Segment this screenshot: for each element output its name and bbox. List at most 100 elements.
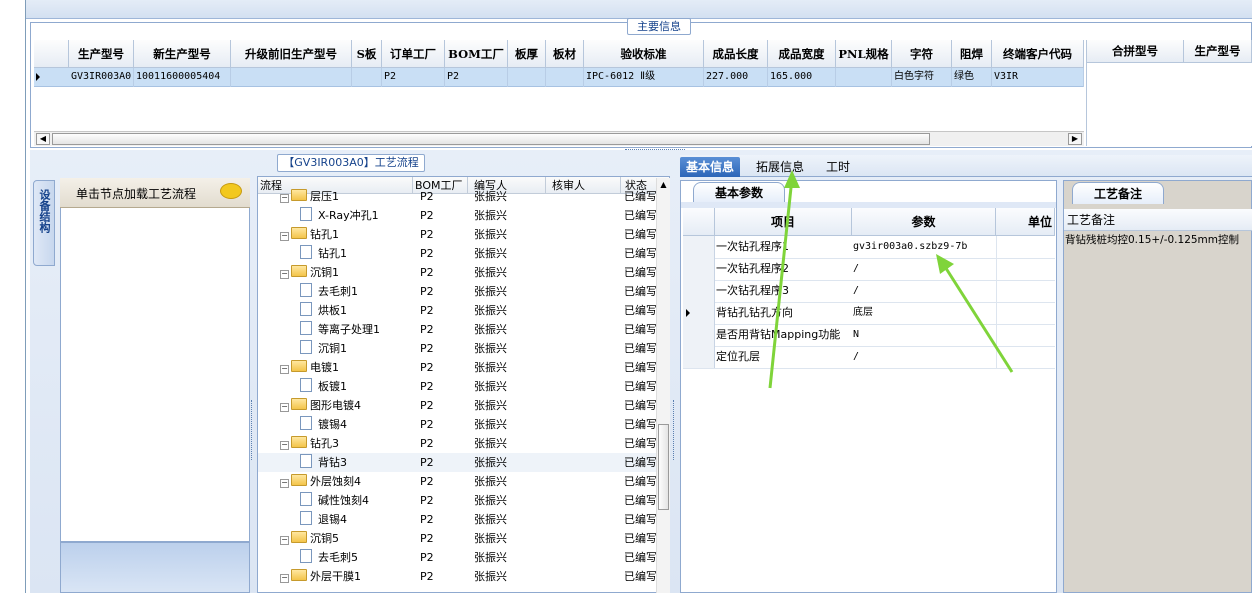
tree-row[interactable]: 背钻3 P2 张振兴 已编写 <box>258 453 658 472</box>
splitter-handle[interactable] <box>251 400 255 460</box>
table-cell[interactable]: 白色字符 <box>892 68 952 87</box>
row-selector[interactable] <box>683 236 715 258</box>
tree-node-label[interactable]: 层压1 <box>310 190 339 203</box>
param-row[interactable]: 是否用背钻Mapping功能 N <box>683 324 1055 347</box>
collapse-icon[interactable]: − <box>280 270 289 279</box>
tab-work-hours[interactable]: 工时 <box>820 157 856 177</box>
tree-row[interactable]: − 图形电镀4 P2 张振兴 已编写 <box>258 396 658 415</box>
tree-row[interactable]: − 外层干膜1 P2 张振兴 已编写 <box>258 567 658 586</box>
tree-node-label[interactable]: 钻孔1 <box>310 228 339 241</box>
scroll-up-button[interactable]: ▲ <box>658 180 669 190</box>
column-header[interactable]: 终端客户代码 <box>992 40 1084 68</box>
column-header[interactable]: 升级前旧生产型号 <box>231 40 352 68</box>
collapse-icon[interactable]: − <box>280 441 289 450</box>
collapse-icon[interactable]: − <box>280 479 289 488</box>
tree-row[interactable]: 碱性蚀刻4 P2 张振兴 已编写 <box>258 491 658 510</box>
column-header[interactable]: 成品长度 <box>704 40 768 68</box>
table-cell[interactable]: 227.000 <box>704 68 768 87</box>
tree-node-label[interactable]: 外层干膜1 <box>310 570 361 583</box>
tree-node-label[interactable]: 背钻3 <box>318 456 347 469</box>
table-cell[interactable]: IPC-6012 Ⅱ级 <box>584 68 704 87</box>
tree-node-label[interactable]: 烘板1 <box>318 304 347 317</box>
row-selector[interactable] <box>683 280 715 302</box>
column-header[interactable]: 项目 <box>715 208 852 236</box>
tree-node-label[interactable]: 沉铜5 <box>310 532 339 545</box>
collapse-icon[interactable]: − <box>280 403 289 412</box>
scroll-thumb[interactable] <box>52 133 930 145</box>
param-row[interactable]: 一次钻孔程序3 / <box>683 280 1055 303</box>
table-cell[interactable]: 10011600005404 <box>134 68 231 87</box>
scroll-left-button[interactable]: ◀ <box>36 133 50 145</box>
table-cell[interactable]: V3IR <box>992 68 1084 87</box>
tree-row[interactable]: − 钻孔3 P2 张振兴 已编写 <box>258 434 658 453</box>
param-row[interactable]: 一次钻孔程序1 gv3ir003a0.szbz9-7b <box>683 236 1055 259</box>
param-row[interactable]: 背钻孔钻孔方向 底层 <box>683 302 1055 325</box>
tree-row[interactable]: − 沉铜5 P2 张振兴 已编写 <box>258 529 658 548</box>
tree-row[interactable]: − 电镀1 P2 张振兴 已编写 <box>258 358 658 377</box>
tree-row[interactable]: − 外层蚀刻4 P2 张振兴 已编写 <box>258 472 658 491</box>
column-header[interactable]: 阻焊 <box>952 40 992 68</box>
tree-row[interactable]: 烘板1 P2 张振兴 已编写 <box>258 301 658 320</box>
table-cell[interactable]: GV3IR003A0 <box>69 68 134 87</box>
row-selector[interactable] <box>683 346 715 368</box>
tree-row[interactable]: 镀锡4 P2 张振兴 已编写 <box>258 415 658 434</box>
tab-equipment-structure[interactable]: 设备结构 <box>33 180 55 266</box>
tree-row[interactable]: 等离子处理1 P2 张振兴 已编写 <box>258 320 658 339</box>
tree-node-label[interactable]: 电镀1 <box>310 361 339 374</box>
tree-row[interactable]: − 钻孔1 P2 张振兴 已编写 <box>258 225 658 244</box>
column-header[interactable]: 参数 <box>852 208 996 236</box>
tab-basic-info[interactable]: 基本信息 <box>680 157 741 177</box>
param-row[interactable]: 定位孔层 / <box>683 346 1055 369</box>
tree-node-label[interactable]: 图形电镀4 <box>310 399 361 412</box>
column-header[interactable]: 验收标准 <box>584 40 704 68</box>
table-cell[interactable] <box>352 68 382 87</box>
vertical-scrollbar[interactable]: ▲ <box>656 178 670 593</box>
column-header[interactable]: 板厚 <box>508 40 546 68</box>
column-header[interactable]: 板材 <box>546 40 584 68</box>
tree-row[interactable]: 去毛刺5 P2 张振兴 已编写 <box>258 548 658 567</box>
tree-node-label[interactable]: 沉铜1 <box>310 266 339 279</box>
scroll-thumb[interactable] <box>658 424 669 510</box>
table-cell[interactable]: 绿色 <box>952 68 992 87</box>
table-cell[interactable]: P2 <box>445 68 508 87</box>
tab-process-remark[interactable]: 工艺备注 <box>1072 182 1164 204</box>
row-selector[interactable] <box>683 324 715 346</box>
column-header[interactable]: PNL规格 <box>836 40 892 68</box>
tree-node-label[interactable]: 钻孔3 <box>310 437 339 450</box>
column-header[interactable]: 生产型号 <box>1184 40 1252 63</box>
splitter-handle[interactable] <box>673 400 677 460</box>
table-cell[interactable] <box>231 68 352 87</box>
tree-row[interactable]: 板镀1 P2 张振兴 已编写 <box>258 377 658 396</box>
tree-node-label[interactable]: 板镀1 <box>318 380 347 393</box>
collapse-icon[interactable]: − <box>280 536 289 545</box>
scroll-right-button[interactable]: ▶ <box>1068 133 1082 145</box>
column-header[interactable]: 订单工厂 <box>382 40 445 68</box>
table-cell[interactable]: P2 <box>382 68 445 87</box>
column-header[interactable]: 合拼型号 <box>1087 40 1184 63</box>
collapse-icon[interactable]: − <box>280 574 289 583</box>
column-header[interactable]: 成品宽度 <box>768 40 836 68</box>
collapse-icon[interactable]: − <box>280 232 289 241</box>
horizontal-scrollbar[interactable]: ◀ ▶ <box>34 131 1084 146</box>
tree-node-label[interactable]: 镀锡4 <box>318 418 347 431</box>
column-header[interactable]: 生产型号 <box>69 40 134 68</box>
tree-node-label[interactable]: 退锡4 <box>318 513 347 526</box>
tree-node-label[interactable]: 沉铜1 <box>318 342 347 355</box>
tree-row[interactable]: 去毛刺1 P2 张振兴 已编写 <box>258 282 658 301</box>
tree-row[interactable]: X-Ray冲孔1 P2 张振兴 已编写 <box>258 206 658 225</box>
param-value[interactable]: / <box>853 258 993 280</box>
param-value[interactable]: / <box>853 346 993 368</box>
remark-text[interactable]: 背钻残桩均控0.15+/-0.125mm控制 <box>1065 234 1241 274</box>
param-row[interactable]: 一次钻孔程序2 / <box>683 258 1055 281</box>
column-header[interactable]: 字符 <box>892 40 952 68</box>
table-cell[interactable] <box>836 68 892 87</box>
splitter-handle[interactable] <box>625 149 685 153</box>
tree-row[interactable]: 退锡4 P2 张振兴 已编写 <box>258 510 658 529</box>
column-header[interactable]: S板 <box>352 40 382 68</box>
table-cell[interactable] <box>508 68 546 87</box>
tree-node-label[interactable]: 钻孔1 <box>318 247 347 260</box>
tree-row[interactable]: − 层压1 P2 张振兴 已编写 <box>258 187 658 206</box>
tree-node-label[interactable]: 去毛刺5 <box>318 551 358 564</box>
tree-row[interactable]: 沉铜1 P2 张振兴 已编写 <box>258 339 658 358</box>
tab-basic-params[interactable]: 基本参数 <box>693 182 785 202</box>
